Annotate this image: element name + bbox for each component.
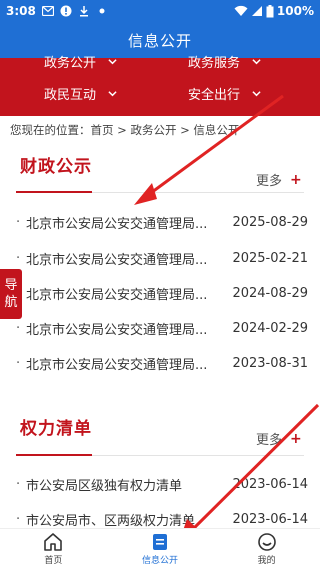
list-item-title: 市公安局市、区两级权力清单 bbox=[26, 513, 196, 529]
chevron-down-icon bbox=[108, 59, 117, 65]
home-icon bbox=[44, 532, 63, 551]
list-item[interactable]: · 北京市公安局公安交通管理局... 2025-02-21 bbox=[16, 247, 308, 269]
nav-item-gov-affairs[interactable]: 政务公开 bbox=[44, 52, 117, 71]
side-tab-char: 航 bbox=[4, 295, 18, 310]
list-item-title: 北京市公安局公安交通管理局... bbox=[26, 322, 208, 338]
chevron-down-icon bbox=[252, 91, 261, 97]
list-item-date: 2025-02-21 bbox=[232, 250, 308, 266]
tab-home[interactable]: 首页 bbox=[0, 529, 107, 568]
list-item[interactable]: · 市公安局市、区两级权力清单 2023-06-14 bbox=[16, 508, 308, 530]
list-item[interactable]: · 北京市公安局公安交通管理局... 2024-08-29 bbox=[16, 282, 308, 304]
list-item[interactable]: · 北京市公安局公安交通管理局... 2024-02-29 bbox=[16, 317, 308, 339]
section-underline bbox=[16, 454, 92, 456]
breadcrumb: 您现在的位置：首页 > 政务公开 > 信息公开 bbox=[10, 123, 240, 137]
status-bar: 3:08 100% bbox=[0, 0, 320, 22]
section-underline bbox=[16, 191, 92, 193]
list-item-title: 北京市公安局公安交通管理局... bbox=[26, 357, 208, 373]
download-icon bbox=[78, 5, 90, 17]
battery-icon bbox=[266, 4, 274, 17]
nav-item-interaction[interactable]: 政民互动 bbox=[44, 84, 117, 103]
nav-item-safe-travel[interactable]: 安全出行 bbox=[188, 84, 261, 103]
bullet-icon: · bbox=[16, 476, 21, 492]
signal-icon bbox=[251, 6, 262, 16]
tab-label: 首页 bbox=[44, 555, 63, 566]
alert-icon bbox=[60, 5, 72, 17]
list-item-date: 2024-08-29 bbox=[232, 285, 308, 301]
status-time: 3:08 bbox=[6, 4, 36, 18]
nav-item-label: 政民互动 bbox=[44, 88, 97, 103]
nav-item-label: 安全出行 bbox=[188, 88, 241, 103]
section-title-finance: 财政公示 bbox=[20, 157, 92, 177]
nav-menu: 政务公开 政务服务 政民互动 安全出行 bbox=[0, 56, 320, 116]
document-icon bbox=[153, 533, 167, 550]
bullet-icon: · bbox=[16, 355, 21, 371]
bullet-icon: · bbox=[16, 214, 21, 230]
list-item-title: 北京市公安局公安交通管理局... bbox=[26, 287, 208, 303]
tab-label: 我的 bbox=[257, 555, 276, 566]
more-label: 更多 bbox=[256, 433, 283, 448]
list-item[interactable]: · 市公安局区级独有权力清单 2023-06-14 bbox=[16, 473, 308, 495]
list-item[interactable]: · 北京市公安局公安交通管理局... 2025-08-29 bbox=[16, 211, 308, 233]
bullet-icon: · bbox=[16, 250, 21, 266]
status-right: 100% bbox=[234, 4, 314, 18]
bullet-icon: · bbox=[16, 511, 21, 527]
notification-icons bbox=[41, 5, 108, 17]
tab-label: 信息公开 bbox=[142, 555, 179, 566]
gmail-icon bbox=[41, 5, 54, 17]
list-item-date: 2023-06-14 bbox=[232, 476, 308, 492]
wifi-icon bbox=[234, 5, 248, 16]
side-tab-char: 导 bbox=[4, 278, 18, 293]
section-title-power-list: 权力清单 bbox=[20, 419, 92, 439]
list-item[interactable]: · 北京市公安局公安交通管理局... 2023-08-31 bbox=[16, 352, 308, 374]
bullet-icon: · bbox=[16, 320, 21, 336]
bottom-tab-bar: 首页 信息公开 我的 bbox=[0, 528, 320, 568]
more-link-power-list[interactable]: 更多 + bbox=[256, 429, 302, 449]
list-item-date: 2023-06-14 bbox=[232, 511, 308, 527]
plus-icon: + bbox=[290, 430, 302, 447]
page-title: 信息公开 bbox=[127, 31, 192, 50]
list-item-title: 市公安局区级独有权力清单 bbox=[26, 478, 183, 494]
list-item-date: 2024-02-29 bbox=[232, 320, 308, 336]
list-item-title: 北京市公安局公安交通管理局... bbox=[26, 216, 208, 232]
list-item-date: 2025-08-29 bbox=[232, 214, 308, 230]
smile-icon bbox=[257, 532, 276, 551]
more-label: 更多 bbox=[256, 174, 283, 189]
nav-item-label: 政务公开 bbox=[44, 56, 97, 71]
nav-item-gov-services[interactable]: 政务服务 bbox=[188, 52, 261, 71]
dot-icon bbox=[96, 5, 108, 17]
list-item-date: 2023-08-31 bbox=[232, 355, 308, 371]
chevron-down-icon bbox=[252, 59, 261, 65]
more-link-finance[interactable]: 更多 + bbox=[256, 170, 302, 190]
tab-profile[interactable]: 我的 bbox=[213, 529, 320, 568]
side-nav-tab[interactable]: 导 航 bbox=[0, 269, 22, 319]
list-item-title: 北京市公安局公安交通管理局... bbox=[26, 252, 208, 268]
plus-icon: + bbox=[290, 171, 302, 188]
battery-level: 100% bbox=[276, 4, 314, 18]
tab-info-disclosure[interactable]: 信息公开 bbox=[107, 529, 214, 568]
nav-item-label: 政务服务 bbox=[188, 56, 241, 71]
chevron-down-icon bbox=[108, 91, 117, 97]
